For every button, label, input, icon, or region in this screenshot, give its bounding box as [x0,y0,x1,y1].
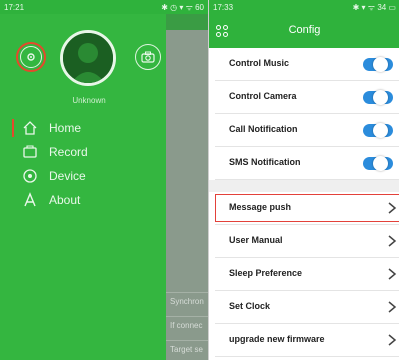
setting-label: upgrade new firmware [229,334,325,344]
status-time: 17:21 [4,2,25,12]
control-camera-toggle[interactable] [363,90,393,105]
home-icon [22,120,38,136]
status-time: 17:33 [213,2,234,12]
status-icons: ✱ ▾ ᯤ 34 ▭ [352,2,396,12]
record-icon [22,144,38,160]
page-title: Config [288,24,321,36]
setting-label: SMS Notification [229,157,301,167]
menu-item-record[interactable]: Record [0,140,166,164]
chevron-right-icon [388,235,397,247]
setting-label: Message push [229,202,292,212]
menu-item-label: About [49,193,81,207]
about-icon [22,192,38,208]
setting-label: Sleep Preference [229,268,303,278]
username-label: Unknown [72,96,106,105]
camera-icon [141,51,155,63]
chevron-right-icon [388,301,397,313]
nav-row-sleep-preference[interactable]: Sleep Preference [215,258,399,291]
setting-row-sms-notification: SMS Notification [215,147,399,180]
background-divider [166,292,208,293]
setting-label: Control Music [229,58,289,68]
device-icon [22,168,38,184]
background-divider [166,316,208,317]
setting-row-control-camera: Control Camera [215,81,399,114]
gear-icon [20,46,42,68]
call-notification-toggle[interactable] [363,123,393,138]
setting-row-call-notification: Call Notification [215,114,399,147]
background-text: If connec [170,321,203,330]
menu-item-label: Home [49,121,82,135]
right-phone-screen: 17:33 ✱ ▾ ᯤ 34 ▭ Config Control Music Co… [208,0,399,360]
chevron-right-icon [388,202,397,214]
config-header: Config [209,14,399,48]
control-music-toggle[interactable] [363,57,393,72]
drawer-menu: Home Record Device About [0,116,166,212]
background-text: Target se [170,345,203,354]
chevron-right-icon [388,268,397,280]
setting-row-control-music: Control Music [215,48,399,81]
nav-row-set-clock[interactable]: Set Clock [215,291,399,324]
status-icons: ✱ ◷ ▾ ᯤ 60 [161,2,204,12]
nav-row-user-manual[interactable]: User Manual [215,225,399,258]
right-status-bar: 17:33 ✱ ▾ ᯤ 34 ▭ [209,0,399,14]
sms-notification-toggle[interactable] [363,156,393,171]
settings-button[interactable] [16,42,46,72]
setting-label: Call Notification [229,124,298,134]
setting-label: Set Clock [229,301,271,311]
section-divider [209,180,399,192]
left-phone-screen: 17:21 ✱ ◷ ▾ ᯤ 60 Unknown Home Record Dev… [0,0,208,360]
nav-row-upgrade-firmware[interactable]: upgrade new firmware [215,324,399,357]
menu-item-about[interactable]: About [0,188,166,212]
setting-label: Control Camera [229,91,297,101]
background-divider [166,340,208,341]
camera-button[interactable] [135,44,161,70]
avatar[interactable] [60,30,116,86]
setting-label: User Manual [229,235,283,245]
user-silhouette-icon [63,33,113,83]
background-header [166,14,208,30]
dimmed-background-screen[interactable]: Synchron If connec Target se [166,14,208,360]
left-status-bar: 17:21 ✱ ◷ ▾ ᯤ 60 [0,0,208,14]
menu-item-home[interactable]: Home [0,116,166,140]
background-text: Synchron [170,297,204,306]
nav-row-message-push[interactable]: Message push [215,192,399,225]
menu-item-label: Device [49,169,86,183]
menu-item-label: Record [49,145,88,159]
menu-item-device[interactable]: Device [0,164,166,188]
chevron-right-icon [388,334,397,346]
